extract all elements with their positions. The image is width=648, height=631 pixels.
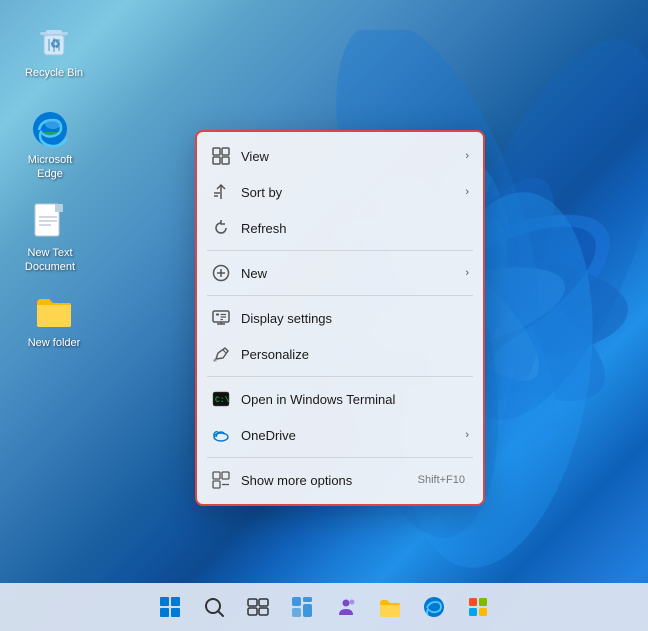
edge-label: Microsoft Edge [18, 153, 82, 182]
new-label: New [241, 266, 465, 281]
display-settings-icon [211, 308, 231, 328]
text-doc-icon [30, 202, 70, 242]
view-icon [211, 146, 231, 166]
recycle-bin-icon: ♻ [34, 22, 74, 62]
menu-item-display-settings[interactable]: Display settings [197, 300, 483, 336]
menu-item-sort-by[interactable]: Sort by › [197, 174, 483, 210]
svg-text:C:\>: C:\> [215, 396, 230, 405]
menu-item-personalize[interactable]: Personalize [197, 336, 483, 372]
folder-label: New folder [28, 336, 81, 350]
onedrive-label: OneDrive [241, 428, 465, 443]
desktop: ♻ Recycle Bin Microsoft Edge [0, 0, 648, 631]
taskbar-widgets-button[interactable] [282, 587, 322, 627]
taskbar-teams-button[interactable] [326, 587, 366, 627]
taskbar-store-button[interactable] [458, 587, 498, 627]
menu-item-onedrive[interactable]: OneDrive › [197, 417, 483, 453]
folder-icon [34, 292, 74, 332]
taskbar [0, 583, 648, 631]
divider-1 [207, 250, 473, 251]
menu-item-new[interactable]: New › [197, 255, 483, 291]
context-menu: View › Sort by › [195, 130, 485, 506]
personalize-icon [211, 344, 231, 364]
menu-item-refresh[interactable]: Refresh [197, 210, 483, 246]
taskbar-task-view-button[interactable] [238, 587, 278, 627]
sort-icon [211, 182, 231, 202]
sort-by-label: Sort by [241, 185, 465, 200]
onedrive-arrow: › [465, 429, 469, 441]
taskbar-search-button[interactable] [194, 587, 234, 627]
refresh-label: Refresh [241, 221, 469, 236]
show-more-label: Show more options [241, 473, 418, 488]
desktop-icon-recycle-bin[interactable]: ♻ Recycle Bin [18, 18, 90, 84]
menu-item-view[interactable]: View › [197, 138, 483, 174]
refresh-icon [211, 218, 231, 238]
taskbar-edge-button[interactable] [414, 587, 454, 627]
terminal-icon: C:\> [211, 389, 231, 409]
show-more-shortcut: Shift+F10 [418, 474, 465, 486]
personalize-label: Personalize [241, 347, 469, 362]
onedrive-icon [211, 425, 231, 445]
divider-2 [207, 295, 473, 296]
sort-arrow: › [465, 186, 469, 198]
divider-3 [207, 376, 473, 377]
desktop-icon-folder[interactable]: New folder [18, 288, 90, 354]
edge-desktop-icon [30, 109, 70, 149]
taskbar-file-explorer-button[interactable] [370, 587, 410, 627]
new-icon [211, 263, 231, 283]
display-settings-label: Display settings [241, 311, 469, 326]
show-more-icon [211, 470, 231, 490]
view-arrow: › [465, 150, 469, 162]
terminal-label: Open in Windows Terminal [241, 392, 469, 407]
menu-item-terminal[interactable]: C:\> Open in Windows Terminal [197, 381, 483, 417]
view-label: View [241, 149, 465, 164]
text-doc-label: New Text Document [18, 246, 82, 275]
divider-4 [207, 457, 473, 458]
desktop-icon-text-doc[interactable]: New Text Document [14, 198, 86, 279]
menu-item-show-more[interactable]: Show more options Shift+F10 [197, 462, 483, 498]
taskbar-start-button[interactable] [150, 587, 190, 627]
desktop-icon-edge[interactable]: Microsoft Edge [14, 105, 86, 186]
recycle-bin-label: Recycle Bin [25, 66, 83, 80]
new-arrow: › [465, 267, 469, 279]
svg-text:♻: ♻ [50, 37, 61, 51]
